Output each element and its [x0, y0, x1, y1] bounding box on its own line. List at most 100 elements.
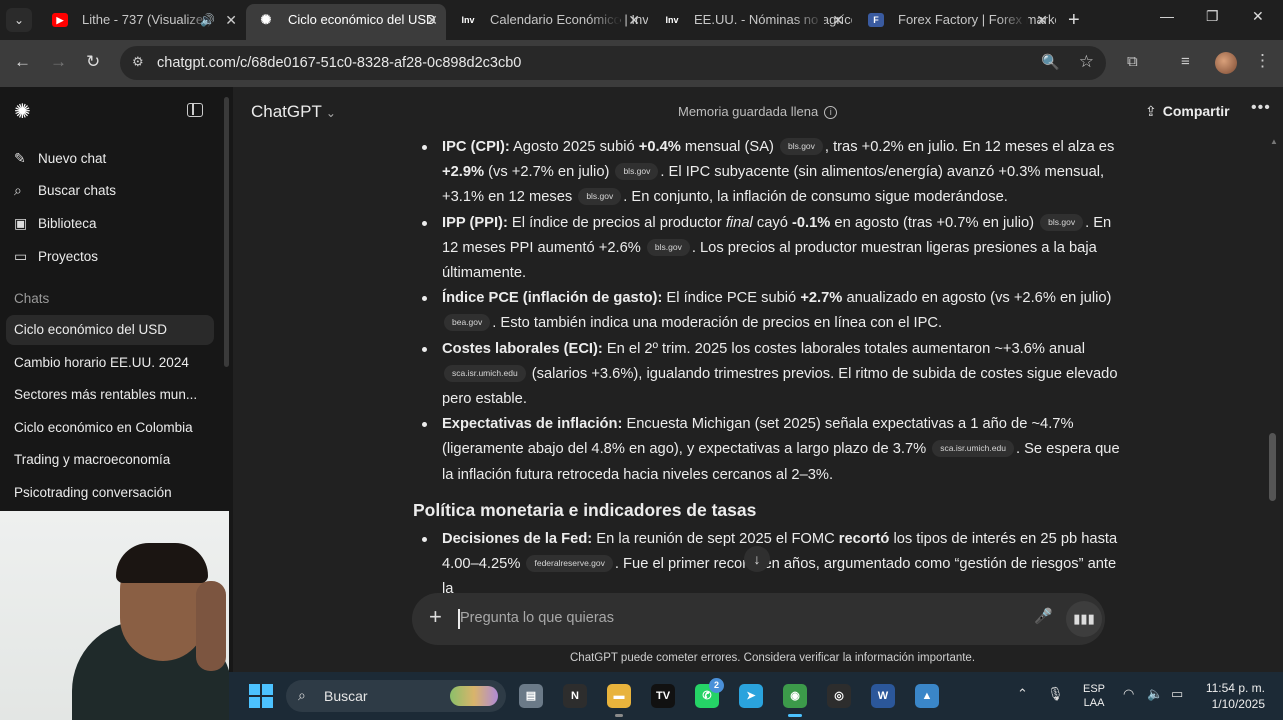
battery-icon[interactable]: ▭	[1171, 686, 1183, 702]
taskbar-clock[interactable]: 11:54 p. m. 1/10/2025	[1199, 680, 1265, 712]
close-window-button[interactable]: ✕	[1252, 8, 1264, 25]
zoom-icon[interactable]: 🔍	[1041, 53, 1060, 71]
sidebar-scrollbar[interactable]	[224, 97, 229, 367]
profile-avatar[interactable]	[1215, 52, 1237, 74]
windows-start-icon[interactable]	[249, 684, 273, 708]
source-citation-pill[interactable]: bea.gov	[444, 314, 491, 332]
close-tab-icon[interactable]: ✕	[628, 4, 640, 36]
audio-playing-icon[interactable]: 🔊	[200, 4, 215, 36]
close-tab-icon[interactable]: ✕	[1036, 4, 1048, 36]
app-glyph: ▤	[525, 690, 537, 702]
back-button[interactable]: ←	[14, 52, 31, 72]
taskbar-search[interactable]: ⌕ Buscar	[286, 680, 506, 712]
bold-text: -0.1%	[791, 214, 831, 231]
reload-button[interactable]: ↻	[86, 52, 100, 72]
sidebar-item-library[interactable]: ▣ Biblioteca	[14, 215, 97, 232]
source-citation-pill[interactable]: bls.gov	[1040, 213, 1084, 231]
source-citation-pill[interactable]: bls.gov	[646, 238, 690, 256]
file-explorer-app-icon[interactable]: ▬	[607, 684, 631, 717]
tab-fade	[590, 4, 620, 36]
prompt-composer[interactable]: + Pregunta lo que quieras 🎤 ▮▮▮	[412, 593, 1105, 645]
address-bar[interactable]: ⚙ chatgpt.com/c/68de0167-51c0-8328-af28-…	[120, 46, 1106, 80]
sidebar-item-label: Biblioteca	[38, 216, 97, 231]
tradingview-app-icon[interactable]: TV	[651, 684, 675, 708]
browser-menu-icon[interactable]: ⋮	[1254, 51, 1271, 71]
source-citation-pill[interactable]: sca.isr.umich.edu	[932, 440, 1014, 458]
model-selector[interactable]: ChatGPT ⌄	[251, 102, 336, 122]
tab-investing-calendar[interactable]: Inv Calendario Económico | Investing.com…	[448, 4, 648, 36]
share-button[interactable]: ⇪ Compartir	[1145, 103, 1230, 120]
word-app-icon[interactable]: W	[871, 684, 895, 708]
chat-history-item[interactable]: Psicotrading conversación	[6, 478, 214, 508]
body-text: . Esto también indica una moderación de …	[492, 315, 943, 332]
tab-forex-factory[interactable]: F Forex Factory | Forex markets ✕	[856, 4, 1056, 36]
media-control-icon[interactable]: ≡	[1181, 53, 1190, 70]
section-heading: Política monetaria e indicadores de tasa…	[413, 499, 757, 520]
tab-search-button[interactable]: ⌄	[6, 8, 32, 32]
chat-history-item[interactable]: Ciclo económico en Colombia	[6, 413, 214, 443]
forward-button[interactable]: →	[50, 52, 67, 72]
wifi-icon[interactable]: ◠	[1123, 686, 1134, 702]
new-tab-button[interactable]: +	[1068, 8, 1080, 32]
site-settings-icon[interactable]: ⚙	[132, 54, 144, 70]
body-text: En el 2º trim. 2025 los costes laborales…	[602, 340, 1085, 357]
extensions-icon[interactable]: ⧉	[1127, 53, 1138, 70]
bold-text: Índice PCE (inflación de gasto):	[442, 290, 663, 307]
files-app-icon[interactable]: ▤	[519, 684, 543, 708]
source-citation-pill[interactable]: sca.isr.umich.edu	[444, 364, 526, 382]
volume-icon[interactable]: 🔈	[1147, 686, 1163, 702]
chat-history-item[interactable]: Cambio horario EE.UU. 2024	[6, 348, 214, 378]
italic-text: final	[725, 214, 753, 231]
source-citation-pill[interactable]: bls.gov	[578, 188, 622, 206]
whatsapp-app-icon[interactable]: ✆ 2	[695, 678, 724, 708]
body-text: (vs +2.7% en julio)	[484, 164, 614, 181]
photos-app-icon[interactable]: ▲	[915, 684, 939, 708]
sidebar-toggle-icon[interactable]	[187, 103, 203, 117]
maximize-button[interactable]: ❐	[1206, 8, 1219, 25]
scroll-up-arrow-icon[interactable]: ▲	[1270, 137, 1278, 146]
chat-scrollbar[interactable]	[1269, 433, 1276, 501]
chats-section-heading: Chats	[14, 291, 50, 306]
memory-notice[interactable]: Memoria guardada llena i	[678, 104, 838, 119]
chat-history-item[interactable]: Ciclo económico del USD	[6, 315, 214, 345]
scroll-to-bottom-button[interactable]: ↓	[744, 546, 770, 572]
microphone-icon[interactable]: 🎤	[1034, 607, 1053, 625]
tab-investing-nfp[interactable]: Inv EE.UU. - Nóminas no agrícolas ✕	[652, 4, 852, 36]
info-icon[interactable]: i	[824, 106, 838, 119]
tray-overflow-icon[interactable]: ⌃	[1017, 686, 1028, 702]
voice-mode-button[interactable]: ▮▮▮	[1066, 601, 1102, 637]
tray-mic-icon[interactable]: 🎙	[1047, 686, 1064, 702]
notion-app-icon[interactable]: N	[563, 684, 587, 708]
url-text[interactable]: chatgpt.com/c/68de0167-51c0-8328-af28-0c…	[157, 55, 521, 71]
chat-history-item[interactable]: Sectores más rentables mun...	[6, 380, 214, 410]
source-citation-pill[interactable]: bls.gov	[615, 163, 659, 181]
body-text: Agosto 2025 subió	[509, 139, 639, 155]
search-icon: ⌕	[14, 182, 22, 198]
sidebar-item-projects[interactable]: ▭ Proyectos	[14, 248, 98, 265]
sidebar-item-search-chats[interactable]: ⌕ Buscar chats	[14, 182, 116, 199]
close-tab-icon[interactable]: ✕	[426, 4, 438, 36]
bookmark-star-icon[interactable]: ☆	[1079, 52, 1094, 72]
tab-youtube[interactable]: ▶ Lithe - 737 (Visualizer) 🔊 ✕	[40, 4, 245, 36]
close-tab-icon[interactable]: ✕	[225, 4, 237, 36]
chrome-app-icon[interactable]: ◉	[783, 684, 807, 717]
openai-logo-icon[interactable]: ✺	[14, 99, 31, 124]
bold-text: IPP (PPI):	[442, 214, 508, 231]
tab-chatgpt[interactable]: ✺ Ciclo económico del USD ✕	[246, 4, 446, 40]
telegram-app-icon[interactable]: ➤	[739, 684, 763, 708]
tab-title: Ciclo económico del USD	[288, 12, 436, 27]
chat-history-item[interactable]: Trading y macroeconomía	[6, 445, 214, 475]
body-text: en agosto (tras +0.7% en julio)	[830, 214, 1039, 231]
language-code: ESP	[1083, 683, 1106, 695]
sidebar-item-new-chat[interactable]: ✎ Nuevo chat	[14, 150, 106, 167]
minimize-button[interactable]: —	[1160, 8, 1174, 24]
app-glyph: ▬	[613, 690, 625, 702]
source-citation-pill[interactable]: federalreserve.gov	[526, 555, 613, 573]
language-indicator[interactable]: ESP LAA	[1083, 682, 1105, 710]
more-options-icon[interactable]: •••	[1251, 99, 1271, 117]
source-citation-pill[interactable]: bls.gov	[779, 138, 823, 155]
close-tab-icon[interactable]: ✕	[832, 4, 844, 36]
add-attachment-icon[interactable]: +	[429, 604, 442, 630]
obs-app-icon[interactable]: ◎	[827, 684, 851, 708]
prompt-input[interactable]: Pregunta lo que quieras	[460, 610, 614, 626]
